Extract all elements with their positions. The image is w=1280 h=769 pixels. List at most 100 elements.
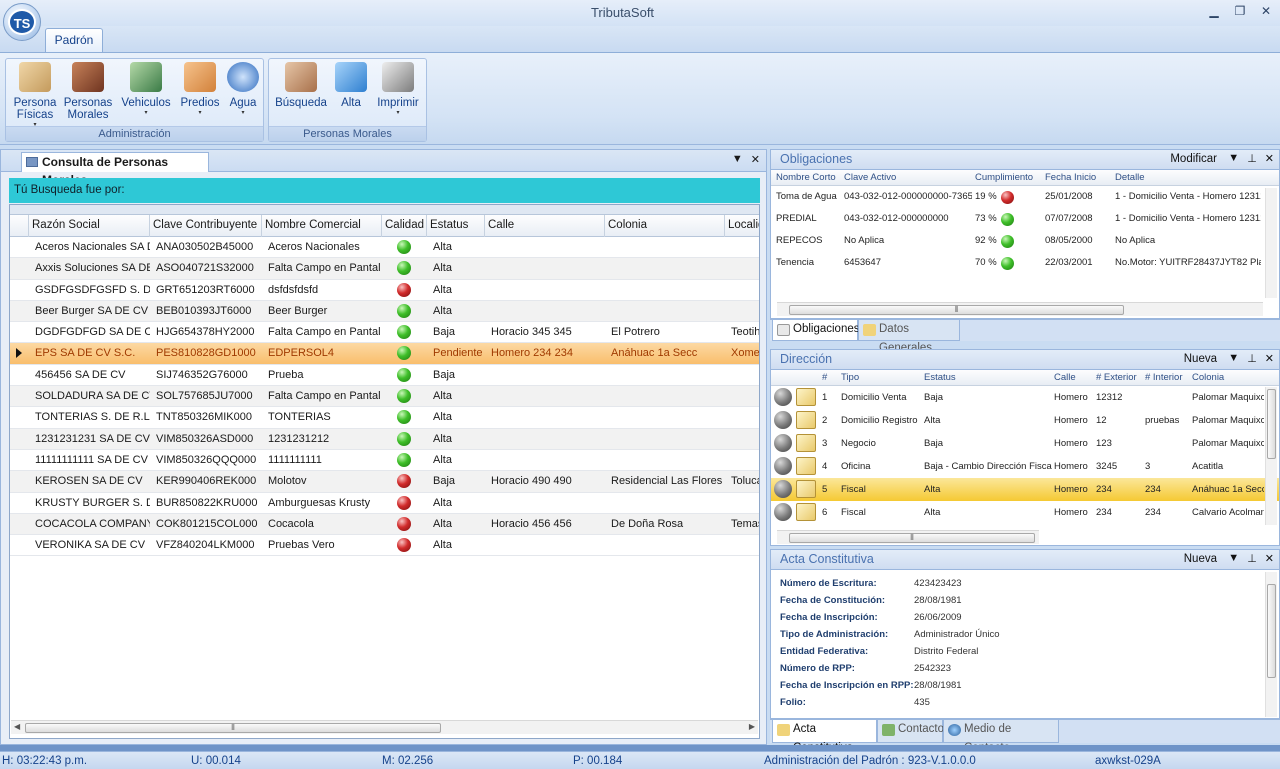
table-row[interactable]: GSDFGSDFGSFD S. DE R.L. GRT651203RT6000 ds… <box>10 280 759 301</box>
table-row[interactable]: 456456 SA DE CV SIJ746352G76000 Prueba Baja <box>10 365 759 387</box>
map-icon[interactable] <box>774 503 792 521</box>
scroll-thumb[interactable]: ⦀ <box>25 723 441 733</box>
tab-contacto[interactable]: Contacto <box>877 720 944 743</box>
tab-consulta-personas-morales[interactable]: Consulta de Personas Morales <box>21 152 209 187</box>
close-icon[interactable]: ✕ <box>751 153 760 166</box>
document-icon[interactable] <box>796 503 816 521</box>
column-header-calle[interactable]: Calle <box>485 215 605 237</box>
table-row[interactable]: Aceros Nacionales SA DE CV ANA030502B4500… <box>10 237 759 259</box>
horizontal-scrollbar[interactable]: ⦀ <box>777 302 1263 316</box>
close-icon[interactable]: ✕ <box>1260 4 1272 18</box>
scroll-left-icon[interactable]: ◀ <box>14 722 20 731</box>
vertical-scrollbar[interactable] <box>1265 387 1277 525</box>
table-row[interactable]: Toma de Agua 043-032-012-000000000-7365 19… <box>771 186 1279 208</box>
nueva-acta-button[interactable]: Nueva <box>1184 553 1217 565</box>
column-header[interactable]: # Exterior <box>1096 372 1137 383</box>
column-header[interactable]: # <box>822 372 827 383</box>
map-icon[interactable] <box>774 480 792 498</box>
tab-medio-de-contacto[interactable]: Medio de Contacto <box>943 720 1059 754</box>
column-header-calidad[interactable]: Calidad <box>382 215 427 237</box>
table-row[interactable]: 6 Fiscal Alta Homero 234 234 Calvario Acolman <box>771 501 1279 524</box>
agua-button[interactable]: Agua ▾ <box>225 62 261 117</box>
scroll-thumb[interactable] <box>1267 584 1276 678</box>
tab-datos-generales[interactable]: Datos Generales <box>858 320 960 354</box>
table-row[interactable]: 5 Fiscal Alta Homero 234 234 Anáhuac 1a Secc. <box>771 478 1279 501</box>
column-header-localidad[interactable]: Localidad <box>725 215 759 237</box>
imprimir-button[interactable]: Imprimir ▾ <box>373 62 423 117</box>
table-row[interactable]: TONTERIAS S. DE R.L. TNT850326MIK000 TONTE… <box>10 407 759 429</box>
column-header[interactable]: # Interior <box>1145 372 1183 383</box>
column-header[interactable]: Clave Activo <box>844 172 896 183</box>
pin-icon[interactable]: ⊥ <box>1247 352 1257 365</box>
personas-morales-button[interactable]: Personas Morales <box>62 62 114 121</box>
column-header-estatus[interactable]: Estatus <box>427 215 485 237</box>
horizontal-scrollbar[interactable]: ◀ ⦀ ▶ <box>11 720 758 734</box>
busqueda-button[interactable]: Búsqueda <box>275 62 327 109</box>
table-row[interactable]: Tenencia 6453647 70 % 22/03/2001 No.Motor: Y… <box>771 252 1279 274</box>
table-row[interactable]: 3 Negocio Baja Homero 123 Palomar Maquixco <box>771 432 1279 455</box>
table-row[interactable]: 11111111111 SA DE CV VIM850326QQQ000 11111… <box>10 450 759 472</box>
column-header[interactable]: Tipo <box>841 372 859 383</box>
column-header[interactable]: Cumplimiento <box>975 172 1033 183</box>
tab-acta-constitutiva[interactable]: Acta Constitutiva <box>772 720 877 754</box>
column-header[interactable]: Nombre Corto <box>776 172 836 183</box>
app-menu-button[interactable]: TS <box>3 3 41 41</box>
dropdown-icon[interactable]: ▼ <box>732 153 743 166</box>
pin-icon[interactable]: ⊥ <box>1247 152 1257 165</box>
tab-padron[interactable]: Padrón <box>45 28 103 52</box>
table-row[interactable]: PREDIAL 043-032-012-000000000 73 % 07/07/20… <box>771 208 1279 230</box>
scroll-right-icon[interactable]: ▶ <box>749 722 755 731</box>
vertical-scrollbar[interactable] <box>1265 572 1277 717</box>
column-header[interactable]: Estatus <box>924 372 956 383</box>
document-icon[interactable] <box>796 388 816 406</box>
dropdown-icon[interactable]: ▼ <box>1228 352 1239 365</box>
map-icon[interactable] <box>774 411 792 429</box>
table-row[interactable]: 4 Oficina Baja - Cambio Dirección Fiscal Ho… <box>771 455 1279 478</box>
table-row[interactable]: DGDFGDFGD SA DE CV HJG654378HY2000 Falta C… <box>10 322 759 344</box>
scroll-thumb[interactable] <box>1267 389 1276 459</box>
document-icon[interactable] <box>796 411 816 429</box>
map-icon[interactable] <box>774 388 792 406</box>
column-header-razon-social[interactable]: Razón Social <box>29 215 150 237</box>
table-row[interactable]: KRUSTY BURGER S. DE R.L. BUR850822KRU000 A… <box>10 493 759 514</box>
table-row[interactable]: Beer Burger SA DE CV BEB010393JT6000 Beer … <box>10 300 759 323</box>
scroll-thumb[interactable]: ⦀ <box>789 305 1124 315</box>
vertical-scrollbar[interactable] <box>1265 188 1277 298</box>
column-header-colonia[interactable]: Colonia <box>605 215 725 237</box>
scroll-thumb[interactable]: ⦀ <box>789 533 1035 543</box>
horizontal-scrollbar[interactable]: ⦀ <box>777 530 1039 544</box>
table-row[interactable]: 2 Domicilio Registro Alta Homero 12 pruebas Pa… <box>771 409 1279 432</box>
document-icon[interactable] <box>796 434 816 452</box>
document-icon[interactable] <box>796 457 816 475</box>
table-row[interactable]: Axxis Soluciones SA DE CV ASO040721S32000… <box>10 258 759 280</box>
document-icon[interactable] <box>796 480 816 498</box>
column-header-nombre[interactable]: Nombre Comercial <box>262 215 382 237</box>
alta-button[interactable]: Alta <box>333 62 369 109</box>
dropdown-icon[interactable]: ▼ <box>1228 152 1239 165</box>
table-row[interactable]: VERONIKA SA DE CV VFZ840204LKM000 Pruebas … <box>10 535 759 557</box>
table-row[interactable]: 1231231231 SA DE CV VIM850326ASD000 123123… <box>10 428 759 450</box>
table-row[interactable]: KEROSEN SA DE CV KER990406REK000 Molotov Ba… <box>10 471 759 493</box>
nueva-direccion-button[interactable]: Nueva <box>1184 353 1217 365</box>
table-row[interactable]: 1 Domicilio Venta Baja Homero 12312 Palomar M… <box>771 386 1279 409</box>
vehiculos-button[interactable]: Vehiculos ▾ <box>119 62 173 117</box>
pin-icon[interactable]: ⊥ <box>1247 552 1257 565</box>
map-icon[interactable] <box>774 457 792 475</box>
map-icon[interactable] <box>774 434 792 452</box>
table-row[interactable]: COCACOLA COMPANY AC COK801215COL000 Cocaco… <box>10 513 759 536</box>
restore-icon[interactable]: ❐ <box>1234 4 1246 18</box>
table-row[interactable]: EPS SA DE CV S.C. PES810828GD1000 EDPERSOL… <box>10 343 759 365</box>
minimize-icon[interactable]: ▁ <box>1208 4 1220 18</box>
tab-obligaciones[interactable]: Obligaciones <box>772 320 859 341</box>
table-row[interactable]: REPECOS No Aplica 92 % 08/05/2000 No Aplica <box>771 230 1279 252</box>
column-header[interactable]: Detalle <box>1115 172 1145 183</box>
modificar-button[interactable]: Modificar <box>1170 153 1217 165</box>
close-icon[interactable]: ✕ <box>1265 352 1274 365</box>
column-header[interactable]: Fecha Inicio <box>1045 172 1096 183</box>
column-header[interactable]: Colonia <box>1192 372 1224 383</box>
column-header-clave[interactable]: Clave Contribuyente <box>150 215 262 237</box>
dropdown-icon[interactable]: ▼ <box>1228 552 1239 565</box>
table-row[interactable]: SOLDADURA SA DE CV SOL757685JU7000 Falta C… <box>10 386 759 408</box>
close-icon[interactable]: ✕ <box>1265 152 1274 165</box>
persona-fisicas-button[interactable]: Persona Físicas ▾ <box>12 62 58 129</box>
